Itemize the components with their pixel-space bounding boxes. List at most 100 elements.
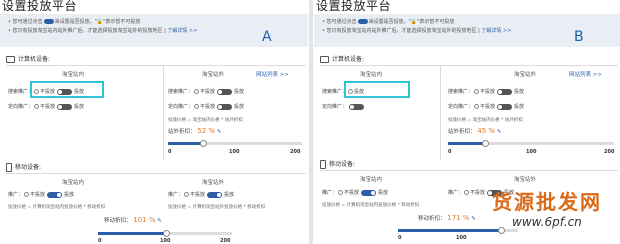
- notice-text: 您只有投放淘宝站内站外推广后，才能选择投放淘宝站外的投放地区 |: [12, 28, 168, 34]
- edit-pencil-icon[interactable]: ✎: [497, 129, 502, 135]
- discount-label: 移动折扣：: [104, 218, 132, 224]
- discount-row: 站外折扣： 45 % ✎: [448, 127, 501, 135]
- watermark-url: www.6pf.cn: [512, 215, 582, 229]
- learn-more-link[interactable]: 了解详情 >>: [167, 28, 197, 34]
- slider-tick: 0: [398, 235, 402, 241]
- discount-value: 45 %: [477, 127, 496, 135]
- mobile-formula-in: 投放价格 = 计算机淘宝站内投放价格 * 移动折扣: [8, 205, 106, 210]
- slider-handle[interactable]: [497, 227, 505, 234]
- mobile-formula-out: 投放价格 = 计算机淘宝站外投放价格 * 移动折扣: [168, 205, 266, 210]
- slider-handle[interactable]: [162, 230, 170, 237]
- slider-handle[interactable]: [199, 140, 207, 147]
- serve-toggle[interactable]: [497, 88, 513, 95]
- discount-label: 站外折扣：: [448, 129, 476, 135]
- discount-label: 移动折扣：: [418, 216, 446, 222]
- panel-label: B: [574, 29, 584, 45]
- panel-separator: [309, 0, 313, 244]
- discount-value: 171 %: [447, 214, 470, 222]
- serve-toggle[interactable]: [217, 88, 233, 95]
- row-label: 搜索推广：: [168, 89, 194, 95]
- bid-formula: 投放价格 = 淘宝站内价格 * 站外折扣: [448, 118, 523, 123]
- notice-text: 您可通过点击: [326, 19, 357, 25]
- mobile-discount-slider[interactable]: [398, 227, 518, 234]
- radio-button[interactable]: [474, 104, 480, 109]
- serve-toggle[interactable]: [57, 103, 73, 110]
- slider-tick: 200: [290, 149, 301, 155]
- notice-line-1: • 您可通过点击 来设置是否投放，"🔒"表示暂不可投放: [322, 19, 455, 25]
- column-header-in: 淘宝站内: [62, 180, 85, 186]
- divider: [163, 66, 164, 160]
- serve-toggle[interactable]: [47, 191, 63, 198]
- option-label: 投放: [514, 104, 525, 110]
- mobile-discount-slider[interactable]: [98, 230, 232, 237]
- divider: [6, 65, 306, 66]
- serve-toggle[interactable]: [349, 103, 365, 110]
- discount-slider[interactable]: [168, 140, 302, 147]
- option-label: 不投放: [470, 190, 486, 196]
- site-list-link[interactable]: 网站列表 >>: [256, 70, 289, 78]
- option-label: 投放: [378, 190, 389, 196]
- radio-button[interactable]: [194, 89, 200, 94]
- option-label: 投放: [224, 192, 235, 198]
- highlight-box: [344, 81, 410, 98]
- slider-tick: 100: [456, 235, 467, 241]
- divider: [320, 65, 618, 66]
- slider-tick: 0: [98, 238, 102, 244]
- serve-toggle[interactable]: [207, 191, 223, 198]
- discount-value: 101 %: [133, 216, 156, 224]
- radio-button[interactable]: [24, 192, 30, 197]
- notice-line-1: • 您可通过点击 来设置是否投放，"🔒"表示暂不可投放: [8, 19, 141, 25]
- edit-pencil-icon[interactable]: ✎: [217, 129, 222, 135]
- edit-pencil-icon[interactable]: ✎: [471, 216, 476, 222]
- slider-handle[interactable]: [482, 140, 490, 147]
- computer-icon: [320, 56, 329, 63]
- learn-more-link[interactable]: 了解详情 >>: [481, 28, 511, 34]
- radio-button[interactable]: [464, 190, 470, 195]
- option-label: 投放: [64, 192, 75, 198]
- row-label: 定向推广：: [448, 104, 474, 110]
- column-header-out: 淘宝站外: [514, 72, 537, 78]
- row-label: 推广：: [8, 192, 24, 198]
- notice-line-2: • 您只有投放淘宝站内站外推广后，才能选择投放淘宝站外的投放地区 | 了解详情 …: [322, 28, 512, 34]
- panel-a: 设置投放平台 • 您可通过点击 来设置是否投放，"🔒"表示暂不可投放 • 您只有投…: [0, 0, 308, 244]
- notice-line-2: • 您只有投放淘宝站内站外推广后，才能选择投放淘宝站外的投放地区 | 了解详情 …: [8, 28, 198, 34]
- serve-toggle[interactable]: [361, 189, 377, 196]
- slider-fill: [168, 142, 203, 145]
- discount-slider[interactable]: [448, 140, 614, 147]
- watermark-logo: 货源批发网: [492, 190, 602, 214]
- option-label: 不投放: [480, 89, 496, 95]
- radio-button[interactable]: [338, 190, 344, 195]
- serve-toggle[interactable]: [217, 103, 233, 110]
- slider-tick: 100: [229, 149, 240, 155]
- option-label: 不投放: [190, 192, 206, 198]
- row-label: 推广：: [448, 190, 464, 196]
- serve-toggle[interactable]: [497, 103, 513, 110]
- targeted-promo-row-in: 定向推广：: [322, 103, 366, 110]
- computer-icon: [6, 56, 15, 63]
- option-label: 投放: [74, 104, 85, 110]
- section-label: 计算机设备:: [18, 56, 51, 63]
- divider: [6, 173, 306, 174]
- option-label: 投放: [514, 89, 525, 95]
- slider-fill: [98, 232, 166, 235]
- discount-value: 52 %: [197, 127, 216, 135]
- slider-tick: 0: [448, 149, 452, 155]
- column-header-in: 淘宝站内: [360, 177, 383, 183]
- column-header-in: 淘宝站内: [360, 72, 383, 78]
- edit-pencil-icon[interactable]: ✎: [157, 218, 162, 224]
- slider-tick: 200: [220, 238, 231, 244]
- site-list-link[interactable]: 网站列表 >>: [569, 70, 602, 78]
- section-label: 移动设备:: [329, 161, 356, 168]
- column-header-out: 淘宝站外: [514, 177, 537, 183]
- notice-text: 来设置是否投放，"🔒"表示暂不可投放: [368, 19, 455, 25]
- column-header-out: 淘宝站外: [202, 72, 225, 78]
- page-title: 设置投放平台: [316, 0, 392, 13]
- radio-button[interactable]: [194, 104, 200, 109]
- radio-button[interactable]: [34, 104, 40, 109]
- option-label: 不投放: [200, 89, 216, 95]
- row-label: 推广：: [168, 192, 184, 198]
- slider-fill: [398, 229, 501, 232]
- radio-button[interactable]: [184, 192, 190, 197]
- mobile-promo-row-out: 推广： 不投放 投放: [168, 191, 234, 198]
- radio-button[interactable]: [474, 89, 480, 94]
